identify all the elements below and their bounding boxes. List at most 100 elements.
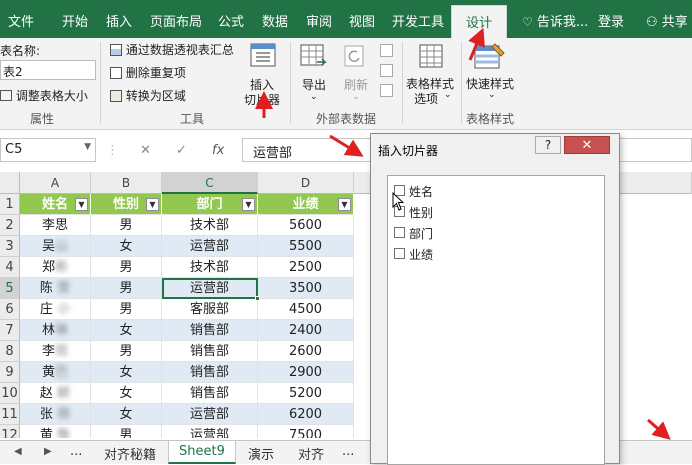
table-cell[interactable]: 6200 (258, 404, 354, 425)
row-header[interactable]: 6 (0, 299, 20, 320)
tab-home[interactable]: 开始 (62, 11, 88, 31)
insert-slicer-button[interactable]: 插入 切片器 (240, 40, 286, 108)
table-cell[interactable]: 客服部 (162, 299, 258, 320)
tab-data[interactable]: 数据 (262, 11, 288, 31)
table-cell[interactable]: 销售部 (162, 383, 258, 404)
table-cell[interactable]: 销售部 (162, 341, 258, 362)
filter-dropdown-icon[interactable]: ▼ (75, 198, 88, 211)
table-cell[interactable]: 女 (91, 320, 162, 341)
table-cell[interactable]: 运营部 (162, 236, 258, 257)
tab-view[interactable]: 视图 (349, 11, 375, 31)
tell-me-search[interactable]: ♡ 告诉我... (522, 11, 588, 30)
table-header-cell[interactable]: 性别 ▼ (91, 194, 162, 215)
table-cell[interactable]: 男 (91, 215, 162, 236)
table-cell[interactable]: 技术部 (162, 215, 258, 236)
scroll-left-icon[interactable]: ◀ (14, 446, 22, 457)
table-cell[interactable]: 5600 (258, 215, 354, 236)
row-header[interactable]: 1 (0, 194, 20, 215)
row-header[interactable]: 8 (0, 341, 20, 362)
tab-page-layout[interactable]: 页面布局 (150, 11, 202, 31)
column-header-a[interactable]: A (20, 172, 91, 194)
table-style-options-button[interactable]: 表格样式 选项 ⌄ (404, 40, 460, 106)
table-cell[interactable]: 4500 (258, 299, 354, 320)
row-header[interactable]: 2 (0, 215, 20, 236)
tab-file[interactable]: 文件 (8, 11, 34, 31)
table-cell[interactable]: 男 (91, 278, 162, 299)
table-cell[interactable]: 5200 (258, 383, 354, 404)
row-header[interactable]: 12 (0, 425, 20, 438)
table-header-cell[interactable]: 姓名 ▼ (20, 194, 91, 215)
tab-review[interactable]: 审阅 (306, 11, 332, 31)
table-header-cell[interactable]: 部门 ▼ (162, 194, 258, 215)
unlink-icon[interactable] (380, 84, 393, 97)
quick-styles-button[interactable]: 快速样式 ⌄ (464, 40, 518, 106)
table-cell[interactable]: 2600 (258, 341, 354, 362)
properties-icon[interactable] (380, 44, 393, 57)
name-box[interactable]: C5 ▼ (0, 138, 96, 162)
table-cell[interactable]: 林琳 (20, 320, 91, 341)
sheet-tab-align[interactable]: 对齐 (298, 444, 324, 463)
tab-insert[interactable]: 插入 (106, 11, 132, 31)
table-cell[interactable]: 郑新 (20, 257, 91, 278)
column-header-c[interactable]: C (162, 172, 258, 194)
refresh-button[interactable]: 刷新 ⌄ (338, 40, 374, 104)
row-header[interactable]: 7 (0, 320, 20, 341)
fill-handle[interactable] (255, 296, 260, 301)
table-cell[interactable]: 李现 (20, 341, 91, 362)
table-cell[interactable]: 3500 (258, 278, 354, 299)
tab-design[interactable]: 设计 (451, 5, 508, 38)
table-cell[interactable]: 黄巴 (20, 362, 91, 383)
resize-table-button[interactable]: 调整表格大小 (0, 87, 88, 104)
row-header[interactable]: 11 (0, 404, 20, 425)
table-cell[interactable]: 黄 敬 (20, 425, 91, 438)
export-button[interactable]: 导出 ⌄ (296, 40, 332, 104)
cancel-entry-icon[interactable]: ✕ (140, 143, 151, 158)
table-cell[interactable]: 男 (91, 425, 162, 438)
table-cell[interactable]: 男 (91, 341, 162, 362)
table-cell[interactable]: 技术部 (162, 257, 258, 278)
row-header[interactable]: 5 (0, 278, 20, 299)
table-cell[interactable]: 5500 (258, 236, 354, 257)
table-cell[interactable]: 女 (91, 383, 162, 404)
row-header[interactable]: 3 (0, 236, 20, 257)
summarize-pivot-button[interactable]: 通过数据透视表汇总 (110, 41, 234, 58)
table-cell[interactable]: 女 (91, 236, 162, 257)
table-cell[interactable]: 女 (91, 362, 162, 383)
convert-to-range-button[interactable]: 转换为区域 (110, 87, 186, 104)
sheet-tabs-more-left[interactable]: ... (70, 444, 82, 459)
checkbox[interactable] (394, 227, 405, 238)
table-cell[interactable]: 销售部 (162, 362, 258, 383)
table-cell[interactable]: 2400 (258, 320, 354, 341)
tab-formulas[interactable]: 公式 (218, 11, 244, 31)
checkbox[interactable] (394, 248, 405, 259)
filter-dropdown-icon[interactable]: ▼ (242, 198, 255, 211)
confirm-entry-icon[interactable]: ✓ (176, 143, 187, 158)
select-all-corner[interactable] (0, 172, 20, 194)
share-button[interactable]: ⚇ 共享 (646, 11, 688, 30)
row-header[interactable]: 10 (0, 383, 20, 404)
open-in-browser-icon[interactable] (380, 64, 393, 77)
table-cell[interactable]: 运营部 (162, 425, 258, 438)
active-cell[interactable]: 运营部 (162, 278, 258, 299)
table-cell[interactable]: 庄 小 (20, 299, 91, 320)
table-cell[interactable]: 张 萌 (20, 404, 91, 425)
row-header[interactable]: 9 (0, 362, 20, 383)
table-cell[interactable]: 运营部 (162, 404, 258, 425)
scroll-right-icon[interactable]: ▶ (44, 446, 52, 457)
table-cell[interactable]: 陈 雯 (20, 278, 91, 299)
chevron-down-icon[interactable]: ▼ (84, 142, 91, 152)
table-cell[interactable]: 7500 (258, 425, 354, 438)
table-cell[interactable]: 吴山 (20, 236, 91, 257)
filter-dropdown-icon[interactable]: ▼ (338, 198, 351, 211)
login-button[interactable]: 登录 (598, 11, 624, 30)
close-button[interactable]: ✕ (564, 136, 610, 154)
table-cell[interactable]: 2900 (258, 362, 354, 383)
sheet-tabs-more-right[interactable]: ... (342, 444, 354, 459)
help-button[interactable]: ? (535, 136, 561, 154)
remove-duplicates-button[interactable]: 删除重复项 (110, 64, 186, 81)
table-cell[interactable]: 女 (91, 404, 162, 425)
table-cell[interactable]: 赵 颖 (20, 383, 91, 404)
insert-function-icon[interactable]: fx (212, 143, 224, 158)
table-cell[interactable]: 2500 (258, 257, 354, 278)
table-header-cell[interactable]: 业绩 ▼ (258, 194, 354, 215)
